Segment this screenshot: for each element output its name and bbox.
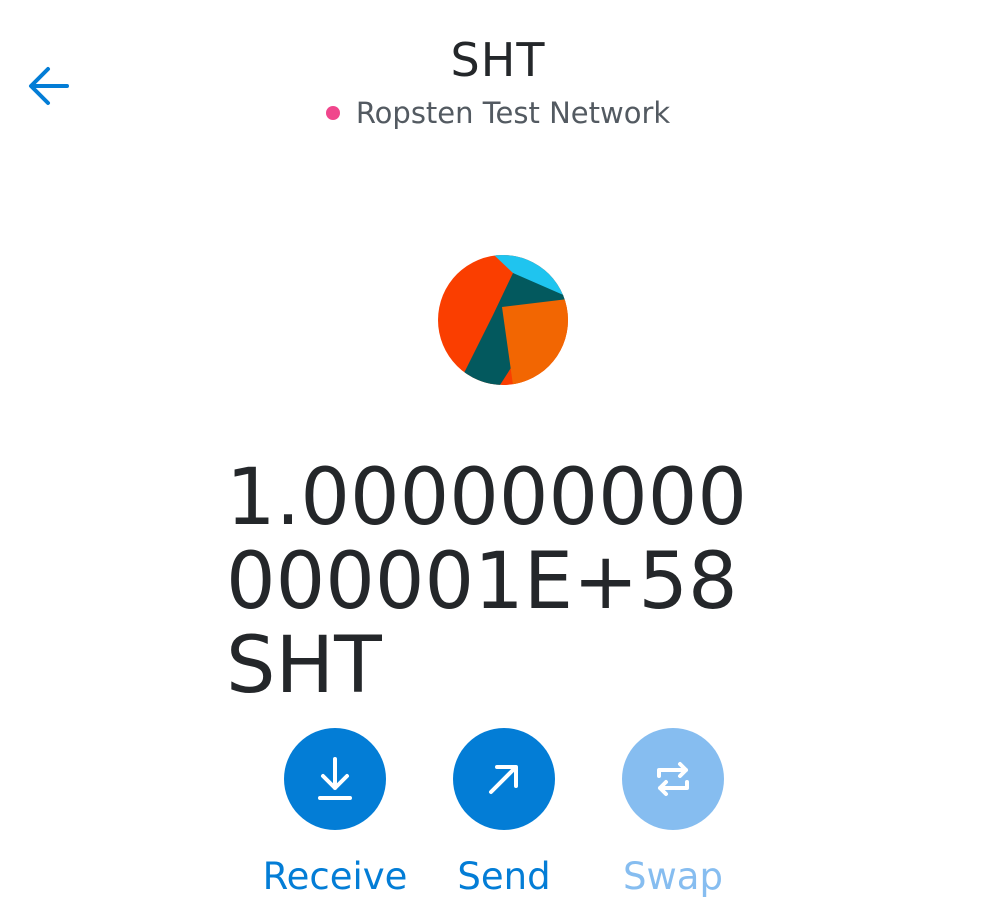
swap-circle[interactable] (622, 728, 724, 830)
arrow-up-right-icon (489, 765, 518, 794)
network-name: Ropsten Test Network (355, 96, 671, 130)
network-status-dot (325, 106, 340, 120)
token-balance: 1.000000000000001E+58 SHT (226, 456, 786, 708)
network-indicator: Ropsten Test Network (325, 92, 671, 134)
send-circle[interactable] (453, 728, 555, 830)
balance-symbol: SHT (226, 621, 382, 711)
receive-label: Receive (262, 855, 408, 898)
receive-circle[interactable] (284, 728, 386, 830)
download-arrow-icon (318, 757, 352, 800)
page-title: SHT (450, 33, 546, 87)
send-label: Send (457, 855, 551, 898)
receive-button[interactable]: Receive (250, 728, 420, 902)
swap-button[interactable]: Swap (588, 728, 758, 902)
send-button[interactable]: Send (419, 728, 589, 902)
header: SHT Ropsten Test Network (0, 30, 996, 134)
swap-label: Swap (623, 855, 723, 898)
action-buttons: Receive Send Swap (0, 728, 996, 918)
swap-arrows-icon (657, 762, 689, 796)
balance-amount: 1.000000000000001E+58 (226, 453, 748, 627)
token-avatar-icon (438, 255, 568, 385)
